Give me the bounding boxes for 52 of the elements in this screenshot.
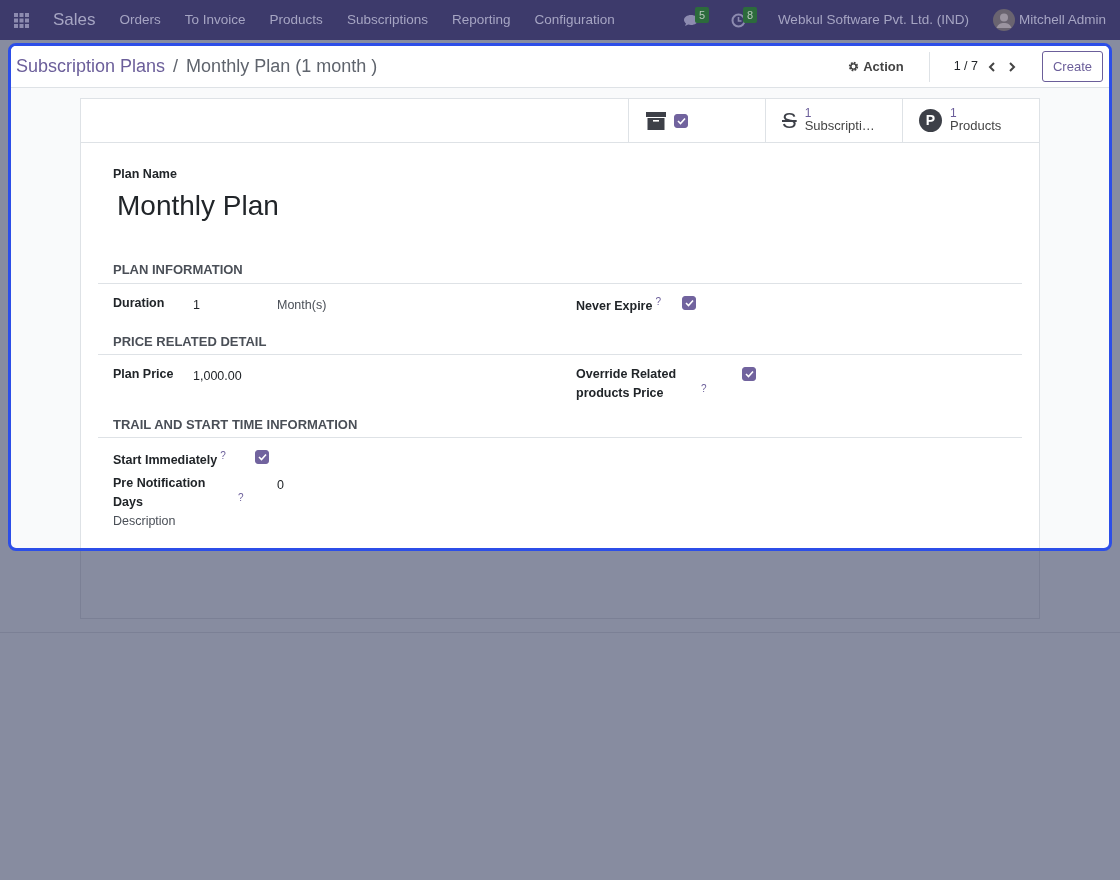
field-label: Description [113,512,176,530]
field-label: Duration [113,294,165,312]
archive-box-icon [646,111,666,130]
checkbox[interactable] [742,367,756,382]
letter-icon: P [919,109,942,132]
menu-item[interactable]: Orders [119,9,161,31]
breadcrumb-current: Monthly Plan (1 month ) [186,55,378,78]
stat-count: 1 [950,107,958,120]
app-name[interactable]: Sales [53,7,96,33]
value-field[interactable]: 0 [277,476,361,495]
clock-icon[interactable] [730,12,746,28]
value-field[interactable]: 1 [193,295,277,315]
help-icon[interactable]: ? [701,380,707,396]
field-label: Never Expire [576,297,653,315]
create-button[interactable]: Create [1041,50,1103,83]
stat-label: Products [950,119,1002,134]
user-name[interactable]: Mitchell Admin [1018,9,1106,31]
company-name[interactable]: Webkul Software Pvt. Ltd. (IND) [777,9,969,31]
field-label: Plan Name [113,166,178,183]
action-button[interactable]: Action [847,55,905,78]
section-title: PRICE RELATED DETAIL [98,331,1022,356]
strikethrough-icon: S [782,109,797,132]
help-icon[interactable]: ? [655,293,661,309]
activity-count: 8 [742,6,757,23]
menu-item[interactable]: Configuration [534,9,615,31]
breadcrumb-separator: / [173,55,179,78]
help-icon[interactable]: ? [220,448,226,464]
field-label: Override Related products Price [576,366,678,402]
value-field[interactable]: 1,000.00 [193,367,277,386]
field-label: Pre Notification Days [113,475,207,511]
field-label: Start Immediately [113,452,218,470]
menu-item[interactable]: Reporting [451,9,511,31]
apps-menu-icon[interactable] [14,12,29,28]
pager-counter: 1 / 7 [953,58,978,76]
menu-item[interactable]: Products [269,9,323,31]
section-title: PLAN INFORMATION [98,260,1022,284]
help-icon[interactable]: ? [238,489,244,505]
field-label: Plan Price [113,366,174,384]
menu-item[interactable]: To Invoice [184,9,246,31]
message-count: 5 [694,6,709,23]
breadcrumb-link[interactable]: Subscription Plans [16,53,166,80]
stat-label: Subscripti… [804,119,875,134]
checkbox[interactable] [255,450,269,465]
checkbox[interactable] [674,113,688,128]
avatar[interactable] [992,9,1015,31]
unit-select[interactable]: Month(s) [277,295,327,315]
plan-name-field[interactable]: Monthly Plan [117,187,279,225]
stat-count: 1 [804,107,813,120]
gear-icon [848,61,860,72]
menu-item[interactable]: Subscriptions [346,9,428,31]
section-title: TRAIL AND START TIME INFORMATION [98,414,1022,439]
checkbox[interactable] [682,295,696,310]
